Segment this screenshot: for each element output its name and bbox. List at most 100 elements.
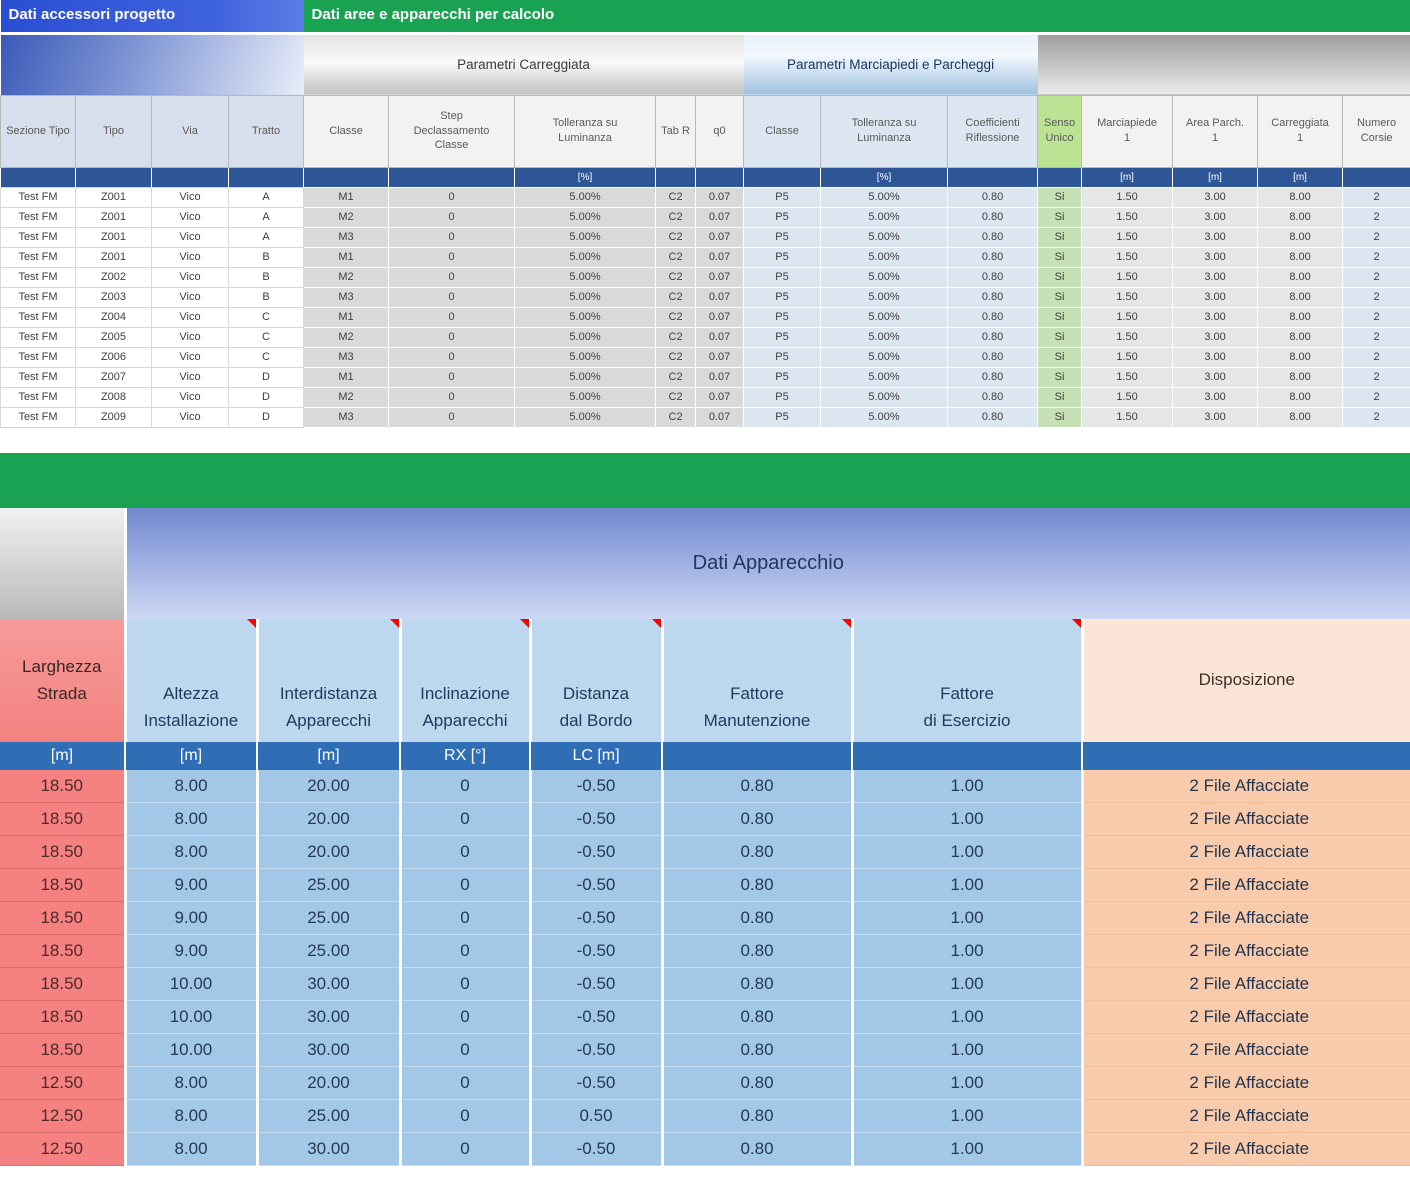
col-header-coefficienti-riflessione[interactable]: Coefficienti Riflessione xyxy=(948,95,1038,167)
col-header-interdistanza-apparecchi[interactable]: Interdistanza Apparecchi xyxy=(257,619,400,742)
top-cell[interactable]: C2 xyxy=(656,387,696,407)
bottom-cell[interactable]: 12.50 xyxy=(0,1067,125,1100)
bottom-cell[interactable]: 9.00 xyxy=(125,935,257,968)
top-cell[interactable]: P5 xyxy=(744,267,821,287)
top-cell[interactable]: C2 xyxy=(656,207,696,227)
bottom-cell[interactable]: 2 File Affacciate xyxy=(1082,1067,1410,1100)
col-header-larghezza-strada[interactable]: Larghezza Strada xyxy=(0,619,125,742)
top-cell[interactable]: 2 xyxy=(1343,187,1410,207)
unit-cell[interactable]: [m] xyxy=(125,742,257,770)
top-cell[interactable]: 5.00% xyxy=(515,347,656,367)
bottom-cell[interactable]: -0.50 xyxy=(530,869,662,902)
top-cell[interactable]: 8.00 xyxy=(1258,287,1343,307)
top-cell[interactable]: 8.00 xyxy=(1258,327,1343,347)
col-header-fattore-manutenzione[interactable]: Fattore Manutenzione xyxy=(662,619,852,742)
col-header-altezza-installazione[interactable]: Altezza Installazione xyxy=(125,619,257,742)
top-cell[interactable]: P5 xyxy=(744,407,821,427)
bottom-cell[interactable]: 1.00 xyxy=(852,1034,1082,1067)
top-cell[interactable]: 0.80 xyxy=(948,407,1038,427)
top-cell[interactable]: M3 xyxy=(304,227,389,247)
bottom-cell[interactable]: -0.50 xyxy=(530,836,662,869)
bottom-cell[interactable]: 1.00 xyxy=(852,935,1082,968)
bottom-cell[interactable]: 25.00 xyxy=(257,935,400,968)
top-cell[interactable]: Si xyxy=(1038,387,1082,407)
top-cell[interactable]: 3.00 xyxy=(1173,307,1258,327)
bottom-cell[interactable]: 0 xyxy=(400,1100,530,1133)
bottom-cell[interactable]: 18.50 xyxy=(0,935,125,968)
top-cell[interactable]: D xyxy=(229,407,304,427)
top-cell[interactable]: 0.07 xyxy=(696,307,744,327)
unit-cell[interactable] xyxy=(662,742,852,770)
top-cell[interactable]: 5.00% xyxy=(821,207,948,227)
top-cell[interactable]: P5 xyxy=(744,207,821,227)
top-cell[interactable]: 3.00 xyxy=(1173,267,1258,287)
top-cell[interactable]: C2 xyxy=(656,347,696,367)
bottom-cell[interactable]: -0.50 xyxy=(530,935,662,968)
bottom-cell[interactable]: 1.00 xyxy=(852,902,1082,935)
top-cell[interactable]: Vico xyxy=(152,227,229,247)
top-cell[interactable]: 5.00% xyxy=(821,327,948,347)
top-cell[interactable]: P5 xyxy=(744,347,821,367)
top-cell[interactable]: 5.00% xyxy=(821,407,948,427)
top-cell[interactable]: Z005 xyxy=(76,327,152,347)
bottom-cell[interactable]: 0 xyxy=(400,1067,530,1100)
bottom-cell[interactable]: 2 File Affacciate xyxy=(1082,902,1410,935)
bottom-cell[interactable]: 1.00 xyxy=(852,836,1082,869)
top-cell[interactable]: P5 xyxy=(744,307,821,327)
col-header-tolleranza-luminanza-marciapiedi[interactable]: Tolleranza su Luminanza xyxy=(821,95,948,167)
top-cell[interactable]: D xyxy=(229,387,304,407)
top-cell[interactable]: C2 xyxy=(656,267,696,287)
bottom-cell[interactable]: 2 File Affacciate xyxy=(1082,968,1410,1001)
top-cell[interactable]: Test FM xyxy=(1,187,76,207)
top-cell[interactable]: 0 xyxy=(389,407,515,427)
top-cell[interactable]: P5 xyxy=(744,387,821,407)
top-cell[interactable]: C2 xyxy=(656,227,696,247)
top-cell[interactable]: Test FM xyxy=(1,247,76,267)
bottom-cell[interactable]: 18.50 xyxy=(0,869,125,902)
top-cell[interactable]: Test FM xyxy=(1,347,76,367)
bottom-cell[interactable]: 30.00 xyxy=(257,968,400,1001)
unit-cell[interactable]: LC [m] xyxy=(530,742,662,770)
top-cell[interactable]: 5.00% xyxy=(515,207,656,227)
unit-cell[interactable]: [m] xyxy=(1082,167,1173,187)
bottom-cell[interactable]: 8.00 xyxy=(125,1133,257,1166)
unit-cell[interactable] xyxy=(1038,167,1082,187)
top-cell[interactable]: P5 xyxy=(744,187,821,207)
top-cell[interactable]: 3.00 xyxy=(1173,207,1258,227)
bottom-cell[interactable]: -0.50 xyxy=(530,902,662,935)
bottom-cell[interactable]: -0.50 xyxy=(530,1034,662,1067)
top-cell[interactable]: Z001 xyxy=(76,187,152,207)
bottom-cell[interactable]: 20.00 xyxy=(257,836,400,869)
bottom-cell[interactable]: 0 xyxy=(400,1133,530,1166)
unit-cell[interactable] xyxy=(1,167,76,187)
col-header-classe-marciapiedi[interactable]: Classe xyxy=(744,95,821,167)
top-cell[interactable]: Test FM xyxy=(1,367,76,387)
top-cell[interactable]: 0.07 xyxy=(696,387,744,407)
top-cell[interactable]: Vico xyxy=(152,347,229,367)
bottom-cell[interactable]: 9.00 xyxy=(125,902,257,935)
top-cell[interactable]: C2 xyxy=(656,327,696,347)
bottom-cell[interactable]: -0.50 xyxy=(530,968,662,1001)
bottom-cell[interactable]: 1.00 xyxy=(852,869,1082,902)
top-cell[interactable]: 5.00% xyxy=(515,247,656,267)
top-cell[interactable]: 0.80 xyxy=(948,267,1038,287)
top-cell[interactable]: 0.80 xyxy=(948,327,1038,347)
top-cell[interactable]: 0 xyxy=(389,327,515,347)
top-cell[interactable]: 5.00% xyxy=(515,367,656,387)
top-cell[interactable]: 5.00% xyxy=(821,187,948,207)
col-header-tab-r[interactable]: Tab R xyxy=(656,95,696,167)
top-cell[interactable]: M3 xyxy=(304,347,389,367)
top-cell[interactable]: Si xyxy=(1038,407,1082,427)
top-cell[interactable]: M3 xyxy=(304,407,389,427)
col-header-fattore-di-esercizio[interactable]: Fattore di Esercizio xyxy=(852,619,1082,742)
top-cell[interactable]: Si xyxy=(1038,307,1082,327)
bottom-cell[interactable]: 8.00 xyxy=(125,836,257,869)
col-header-inclinazione-apparecchi[interactable]: Inclinazione Apparecchi xyxy=(400,619,530,742)
top-cell[interactable]: 0.80 xyxy=(948,247,1038,267)
top-cell[interactable]: P5 xyxy=(744,247,821,267)
top-cell[interactable]: Vico xyxy=(152,367,229,387)
top-cell[interactable]: 5.00% xyxy=(515,387,656,407)
bottom-cell[interactable]: 25.00 xyxy=(257,869,400,902)
bottom-cell[interactable]: 0 xyxy=(400,968,530,1001)
top-cell[interactable]: M1 xyxy=(304,187,389,207)
